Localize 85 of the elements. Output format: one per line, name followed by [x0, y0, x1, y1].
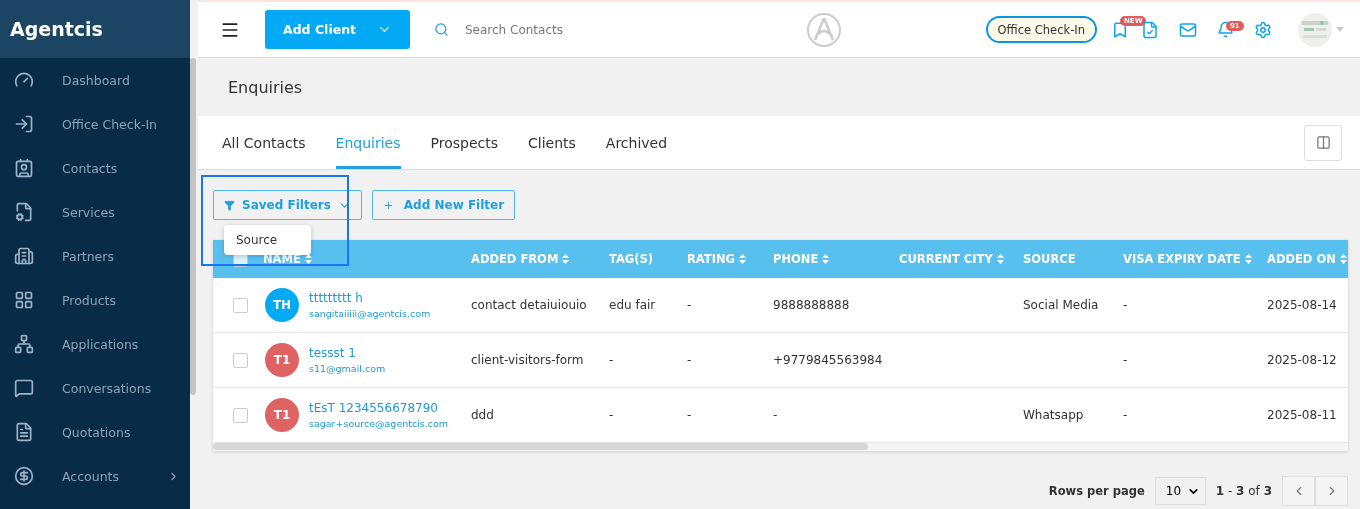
- next-page-button[interactable]: [1315, 476, 1348, 506]
- menu-item[interactable]: Source: [224, 233, 311, 247]
- brand-name[interactable]: Agentcis: [0, 0, 190, 58]
- table-cell: client-visitors-form: [471, 353, 584, 367]
- tab[interactable]: Enquiries: [335, 116, 401, 169]
- table-cell: -: [1123, 298, 1128, 312]
- sidebar-item[interactable]: Services: [0, 190, 190, 234]
- document-gear-icon: [14, 202, 34, 222]
- row-checkbox[interactable]: [233, 407, 248, 423]
- document-check-icon[interactable]: [1141, 20, 1159, 39]
- sort-icon[interactable]: [822, 254, 830, 264]
- gauge-icon: [14, 70, 34, 90]
- caret-icon[interactable]: [1336, 27, 1344, 32]
- sort-icon[interactable]: [1339, 254, 1347, 264]
- tab[interactable]: Clients: [528, 116, 576, 169]
- sort-icon[interactable]: [739, 254, 747, 264]
- table-cell: -: [609, 353, 614, 367]
- row-checkbox[interactable]: [233, 297, 248, 313]
- sort-icon[interactable]: [1244, 254, 1252, 264]
- initials-avatar: TH: [265, 288, 299, 322]
- sidebar-item[interactable]: Contacts: [0, 146, 190, 190]
- table-cell: -: [687, 408, 692, 422]
- logo-icon: [806, 11, 843, 48]
- chat-icon: [14, 378, 34, 398]
- scrollbar-thumb[interactable]: [213, 443, 868, 450]
- table-cell: -: [687, 353, 692, 367]
- contact-email: s11@gmail.com: [309, 363, 386, 374]
- page-range: 1 - 3 of 3: [1215, 484, 1272, 498]
- sidebar-item[interactable]: Partners: [0, 234, 190, 278]
- table-cell: ddd: [471, 408, 494, 422]
- tab[interactable]: Archived: [605, 116, 668, 169]
- tab[interactable]: All Contacts: [222, 116, 306, 169]
- page-title: Enquiries: [227, 76, 304, 99]
- table-cell: 9888888888: [773, 298, 850, 312]
- table-cell: edu fair: [609, 298, 656, 312]
- sidebar-item[interactable]: Office Check-In: [0, 102, 190, 146]
- sidebar-item[interactable]: Accounts: [0, 454, 190, 498]
- table-cell: -: [687, 298, 692, 312]
- columns-icon: [1315, 135, 1331, 150]
- sidebar-item[interactable]: Conversations: [0, 366, 190, 410]
- table-cell: +9779845563984: [773, 353, 883, 367]
- table-cell: -: [609, 408, 614, 422]
- sort-icon[interactable]: [996, 254, 1004, 264]
- table-cell: Whatsapp: [1023, 408, 1084, 422]
- grid-icon: [14, 290, 34, 310]
- sidebar-item[interactable]: Applications: [0, 322, 190, 366]
- contact-name-link[interactable]: tEsT 1234556678790: [309, 401, 449, 415]
- plus-icon: [382, 199, 394, 211]
- contact-name-link[interactable]: ttttttttt h: [309, 291, 431, 305]
- table-cell: contact detaiuiouio: [471, 298, 587, 312]
- mail-icon[interactable]: [1179, 20, 1197, 39]
- sort-icon[interactable]: [562, 254, 570, 264]
- table-cell: Social Media: [1023, 298, 1099, 312]
- columns-button[interactable]: [1304, 124, 1342, 161]
- sidebar-item[interactable]: Dashboard: [0, 58, 190, 102]
- office-check-in-button[interactable]: Office Check-In: [985, 16, 1097, 43]
- sidebar-item[interactable]: Quotations: [0, 410, 190, 454]
- rows-per-page-select[interactable]: 10: [1154, 477, 1206, 505]
- filter-icon: [224, 199, 235, 211]
- tab[interactable]: Prospects: [430, 116, 498, 169]
- table-cell: 2025-08-14: [1267, 298, 1337, 312]
- row-checkbox[interactable]: [233, 352, 248, 368]
- initials-avatar: T1: [265, 398, 299, 432]
- login-icon: [14, 114, 34, 134]
- contact-email: sagar+source@agentcis.com: [309, 418, 449, 429]
- network-icon: [14, 334, 34, 354]
- contact-name-link[interactable]: tessst 1: [309, 346, 386, 360]
- table-cell: -: [1123, 408, 1128, 422]
- sort-icon[interactable]: [304, 254, 312, 264]
- search-icon[interactable]: [434, 22, 449, 37]
- rows-per-page-label: Rows per page: [1048, 484, 1145, 498]
- contact-card-icon: [14, 158, 34, 178]
- document-icon: [14, 422, 34, 442]
- table-cell: 2025-08-12: [1267, 353, 1337, 367]
- settings-icon[interactable]: [1254, 20, 1272, 39]
- table-cell: -: [1123, 353, 1128, 367]
- dollar-icon: [14, 466, 34, 486]
- table-cell: 2025-08-11: [1267, 408, 1337, 422]
- sidebar-item[interactable]: Products: [0, 278, 190, 322]
- contact-email: sangitaiiiii@agentcis.com: [309, 308, 431, 319]
- initials-avatar: T1: [265, 343, 299, 377]
- previous-page-button[interactable]: [1282, 476, 1315, 506]
- scrollbar-thumb[interactable]: [190, 58, 196, 395]
- building-icon: [14, 246, 34, 266]
- table-cell: -: [773, 408, 778, 422]
